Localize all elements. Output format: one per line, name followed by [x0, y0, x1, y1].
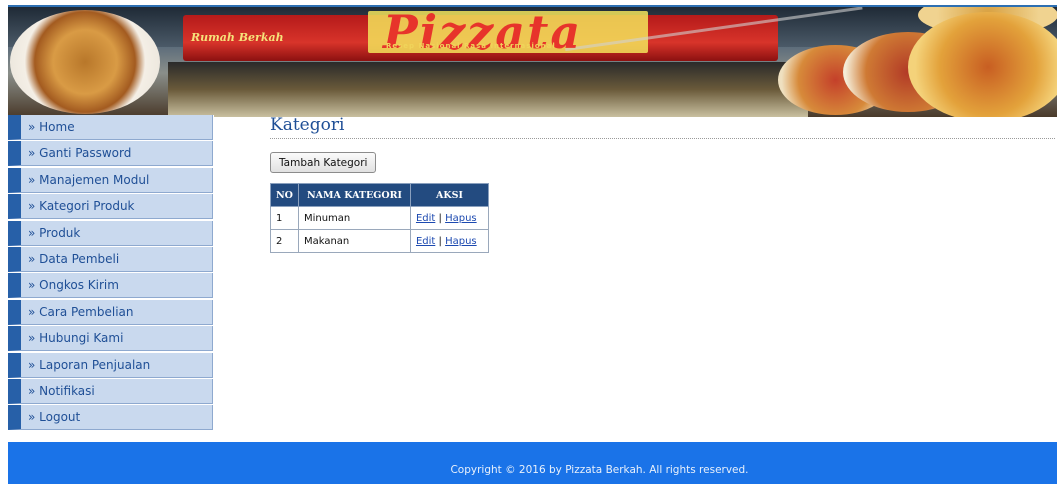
cell-actions: Edit | Hapus [409, 206, 489, 230]
food-plate-image [10, 10, 160, 114]
column-header-no: NO [270, 183, 299, 207]
sidebar-item-ganti-password[interactable]: » Ganti Password [8, 141, 213, 166]
brand-subtitle: Resep Nasional Rasa Internasional [386, 42, 556, 50]
site-banner: Rumah Berkah Pizzata Resep Nasional Rasa… [8, 5, 1057, 117]
page-frame: Rumah Berkah Pizzata Resep Nasional Rasa… [8, 5, 1057, 484]
pizza-image [908, 12, 1057, 117]
cell-category-name: Minuman [297, 206, 411, 230]
add-category-button[interactable]: Tambah Kategori [270, 152, 377, 173]
page-title: Kategori [270, 115, 345, 135]
sidebar-nav: » Home » Ganti Password » Manajemen Modu… [8, 115, 214, 431]
category-table: NO NAMA KATEGORI AKSI 1 Minuman Edit | H… [270, 183, 489, 253]
delete-link[interactable]: Hapus [445, 213, 477, 224]
brand-logo-text: Pizzata [383, 5, 583, 59]
delete-link[interactable]: Hapus [445, 236, 477, 247]
table-header-row: NO NAMA KATEGORI AKSI [270, 183, 489, 207]
sidebar-item-logout[interactable]: » Logout [8, 405, 213, 430]
sidebar-item-cara-pembelian[interactable]: » Cara Pembelian [8, 300, 213, 325]
sidebar-item-ongkos-kirim[interactable]: » Ongkos Kirim [8, 273, 213, 298]
cell-category-name: Makanan [297, 229, 411, 253]
sidebar-item-laporan-penjualan[interactable]: » Laporan Penjualan [8, 353, 213, 378]
cell-no: 1 [270, 206, 299, 230]
edit-link[interactable]: Edit [416, 213, 435, 224]
sidebar-item-hubungi-kami[interactable]: » Hubungi Kami [8, 326, 213, 351]
banner-tagline: Rumah Berkah [191, 31, 284, 44]
column-header-aksi: AKSI [409, 183, 489, 207]
site-footer: Copyright © 2016 by Pizzata Berkah. All … [8, 442, 1057, 484]
sidebar-item-manajemen-modul[interactable]: » Manajemen Modul [8, 168, 213, 193]
action-separator: | [438, 235, 442, 247]
edit-link[interactable]: Edit [416, 236, 435, 247]
table-row: 1 Minuman Edit | Hapus [270, 206, 489, 230]
cell-actions: Edit | Hapus [409, 229, 489, 253]
sidebar-item-notifikasi[interactable]: » Notifikasi [8, 379, 213, 404]
copyright-text: Copyright © 2016 by Pizzata Berkah. All … [450, 464, 749, 476]
sidebar-item-kategori-produk[interactable]: » Kategori Produk [8, 194, 213, 219]
sidebar-item-data-pembeli[interactable]: » Data Pembeli [8, 247, 213, 272]
sidebar-item-home[interactable]: » Home [8, 115, 213, 140]
table-row: 2 Makanan Edit | Hapus [270, 229, 489, 253]
column-header-nama-kategori: NAMA KATEGORI [297, 183, 411, 207]
sidebar-item-produk[interactable]: » Produk [8, 221, 213, 246]
cell-no: 2 [270, 229, 299, 253]
title-divider [270, 138, 1055, 139]
action-separator: | [438, 212, 442, 224]
